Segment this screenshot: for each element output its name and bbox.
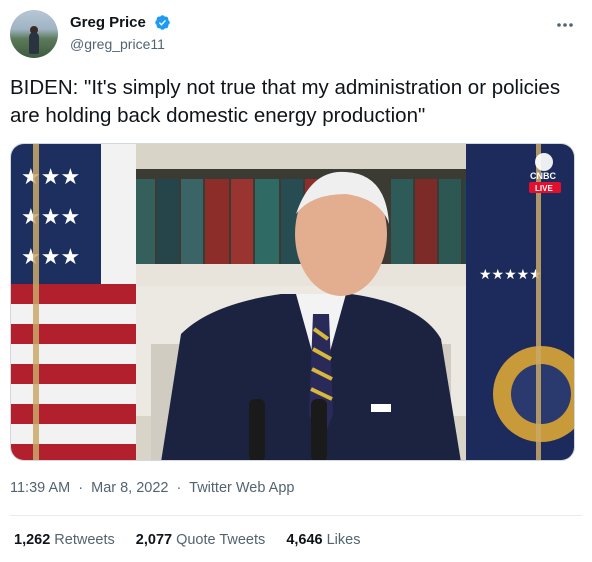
tweet-meta: 11:39 AM · Mar 8, 2022 · Twitter Web App bbox=[10, 480, 294, 496]
meta-separator: · bbox=[78, 480, 84, 496]
retweets-label: Retweets bbox=[54, 532, 115, 548]
svg-text:★★★★★: ★★★★★ bbox=[479, 267, 542, 283]
user-handle[interactable]: @greg_price11 bbox=[70, 36, 171, 52]
tweet-time[interactable]: 11:39 AM bbox=[10, 480, 70, 496]
more-options-icon[interactable] bbox=[554, 14, 576, 36]
tweet-stats: 1,262 Retweets 2,077 Quote Tweets 4,646 Lik… bbox=[14, 532, 377, 548]
verified-badge-icon bbox=[155, 15, 171, 31]
tweet-text: BIDEN: "It's simply not true that my adm… bbox=[10, 76, 561, 127]
tweet-video[interactable]: ★★★ ★★★ ★★★ ★★★★★ CNBC LIVE bbox=[10, 143, 575, 461]
avatar[interactable] bbox=[10, 10, 58, 58]
likes-label: Likes bbox=[326, 532, 361, 548]
tweet-date[interactable]: Mar 8, 2022 bbox=[91, 480, 168, 496]
video-frame: ★★★ ★★★ ★★★ ★★★★★ CNBC LIVE bbox=[11, 144, 574, 460]
live-badge: LIVE bbox=[535, 184, 553, 193]
quote-tweets-stat[interactable]: 2,077 Quote Tweets bbox=[136, 532, 266, 548]
divider bbox=[10, 515, 582, 516]
avatar-figure bbox=[29, 32, 39, 54]
author-block: Greg Price @greg_price11 bbox=[70, 14, 171, 52]
tweet-source[interactable]: Twitter Web App bbox=[189, 480, 294, 496]
likes-stat[interactable]: 4,646 Likes bbox=[286, 532, 360, 548]
quote-tweets-count: 2,077 bbox=[135, 532, 173, 548]
cnbc-watermark-text: CNBC bbox=[530, 171, 556, 181]
retweets-stat[interactable]: 1,262 Retweets bbox=[14, 532, 115, 548]
tweet-header: Greg Price @greg_price11 bbox=[10, 10, 582, 60]
likes-count: 4,646 bbox=[286, 532, 323, 548]
meta-separator-2: · bbox=[176, 480, 182, 496]
display-name[interactable]: Greg Price bbox=[70, 14, 146, 31]
dots-icon bbox=[557, 23, 573, 27]
retweets-count: 1,262 bbox=[14, 532, 51, 548]
svg-text:★★★: ★★★ bbox=[21, 165, 80, 190]
svg-text:★★★: ★★★ bbox=[21, 245, 80, 270]
us-flag: ★★★ ★★★ ★★★ bbox=[11, 144, 136, 460]
quote-tweets-label: Quote Tweets bbox=[176, 532, 266, 548]
svg-text:★★★: ★★★ bbox=[21, 205, 80, 230]
